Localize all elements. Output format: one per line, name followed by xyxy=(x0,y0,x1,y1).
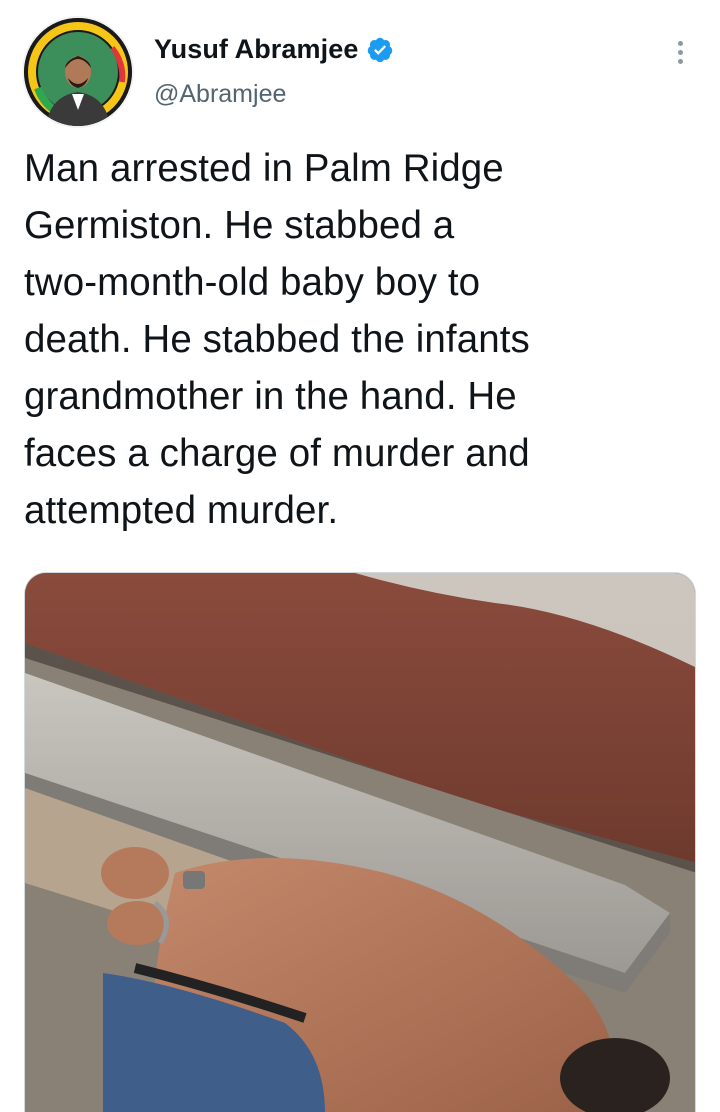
more-dot xyxy=(677,49,683,55)
author-handle[interactable]: @Abramjee xyxy=(154,80,286,109)
author-display-name[interactable]: Yusuf Abramjee xyxy=(154,34,358,65)
tweet-text: Man arrested in Palm Ridge Germiston. He… xyxy=(24,147,530,532)
author-name-row: Yusuf Abramjee xyxy=(154,34,394,65)
more-options-icon[interactable] xyxy=(664,36,696,68)
verified-badge-icon xyxy=(366,36,394,64)
tweet-photo[interactable] xyxy=(24,572,696,1112)
tweet-card[interactable]: Yusuf Abramjee @Abramjee Man arrested in… xyxy=(0,0,720,1112)
more-dot xyxy=(677,58,683,64)
more-dot xyxy=(677,40,683,46)
author-avatar[interactable] xyxy=(24,18,132,126)
